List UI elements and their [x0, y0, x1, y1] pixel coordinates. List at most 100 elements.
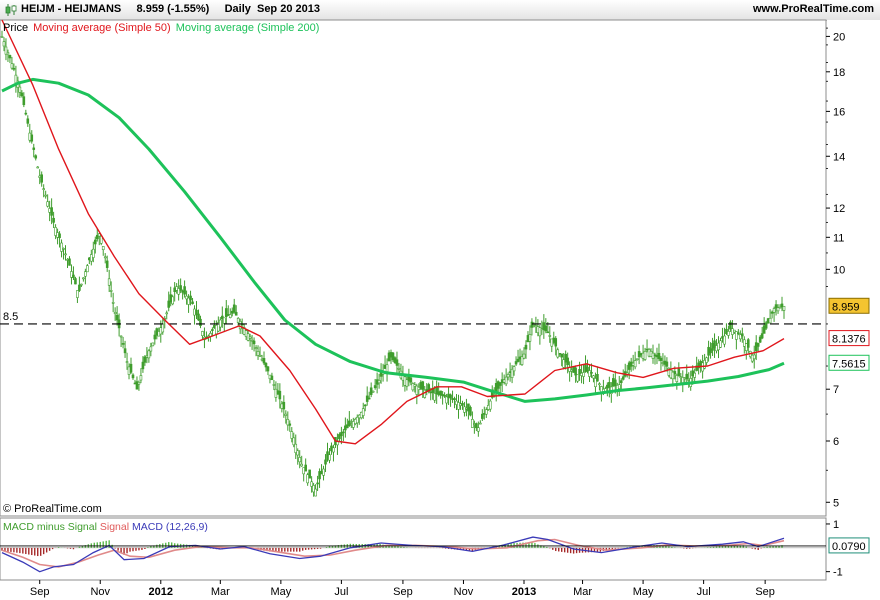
- candle-body: [151, 342, 155, 347]
- candle-body: [314, 488, 317, 497]
- candle-body: [729, 321, 732, 330]
- candle-body: [524, 344, 528, 350]
- candle-body: [727, 331, 730, 336]
- candle-body: [107, 278, 111, 286]
- candle-body: [143, 356, 147, 363]
- candle-body: [82, 277, 85, 280]
- candle-body: [141, 361, 145, 370]
- candle-body: [528, 334, 532, 342]
- candle-body: [248, 336, 252, 339]
- candle-body: [554, 338, 558, 347]
- candle-body: [300, 463, 304, 467]
- last-value-text: 7.5615: [832, 358, 866, 370]
- macd-last-value-label: 0.0790: [828, 537, 870, 554]
- candle-body: [30, 134, 34, 142]
- candle-body: [36, 166, 40, 169]
- candle-body: [457, 402, 460, 410]
- time-tick-label: Mar: [211, 586, 230, 598]
- candle-body: [373, 385, 377, 389]
- candle-body: [0, 36, 4, 38]
- candle-body: [256, 351, 260, 356]
- candle-body: [488, 400, 492, 410]
- candle-body: [504, 376, 508, 385]
- candle-body: [582, 372, 585, 377]
- candle-body: [183, 286, 186, 295]
- candle-body: [84, 271, 87, 277]
- candle-body: [211, 329, 214, 331]
- last-value-text: 8.1376: [832, 334, 866, 346]
- legend-macd-line: MACD (12,26,9): [132, 521, 208, 533]
- candle-body: [74, 278, 77, 285]
- candle-body: [115, 314, 119, 321]
- candle-body: [342, 431, 345, 434]
- candle-body: [635, 358, 639, 361]
- candle-body: [219, 319, 222, 328]
- price-legend: Price Moving average (Simple 50) Moving …: [3, 22, 321, 34]
- price-tick-label: 11: [833, 232, 844, 244]
- price-tick-label: 18: [833, 67, 845, 79]
- candle-body: [544, 325, 548, 332]
- candle-body: [546, 331, 550, 334]
- candle-body: [782, 305, 786, 311]
- candle-body: [86, 265, 89, 273]
- time-tick-label: 2012: [149, 586, 173, 598]
- candle-body: [18, 86, 22, 93]
- candle-body: [68, 258, 71, 266]
- candle-body: [617, 384, 621, 390]
- candle-body: [423, 389, 427, 398]
- candle-body: [121, 343, 125, 345]
- macd-legend: MACD minus Signal Signal MACD (12,26,9): [3, 521, 208, 533]
- candle-body: [576, 374, 579, 382]
- candle-body: [296, 450, 300, 456]
- candle-body: [363, 404, 367, 407]
- candle-body: [191, 301, 194, 304]
- candle-body: [621, 376, 625, 380]
- candle-body: [78, 284, 81, 291]
- candle-body: [80, 283, 83, 286]
- macd-last-value-text: 0.0790: [832, 541, 866, 553]
- candle-body: [336, 441, 339, 446]
- candle-body: [20, 92, 24, 97]
- candle-body: [677, 368, 681, 377]
- candle-body: [232, 304, 236, 313]
- candle-body: [298, 457, 302, 463]
- candle-body: [171, 296, 174, 305]
- copyright-text: © ProRealTime.com: [3, 503, 102, 515]
- candle-body: [262, 358, 266, 364]
- legend-macd-hist: MACD minus Signal: [3, 521, 97, 533]
- candle-body: [129, 363, 133, 373]
- candle-body: [741, 333, 744, 337]
- candle-body: [42, 188, 45, 190]
- time-tick-label: Nov: [454, 586, 474, 598]
- candle-body: [590, 372, 593, 374]
- candle-body: [290, 431, 294, 439]
- candle-body: [596, 374, 599, 382]
- candle-body: [433, 393, 436, 401]
- legend-ma200: Moving average (Simple 200): [175, 22, 320, 34]
- candle-body: [613, 379, 617, 387]
- candle-body: [512, 366, 516, 372]
- candle-body: [475, 423, 478, 429]
- candle-body: [282, 401, 286, 410]
- macd-tick-label: -1: [833, 567, 843, 579]
- candle-body: [598, 383, 601, 386]
- candle-body: [201, 331, 204, 337]
- price-panel-frame: [0, 19, 827, 517]
- candle-body: [234, 311, 238, 316]
- price-tick-label: 12: [833, 203, 845, 215]
- candle-body: [463, 406, 466, 413]
- last-value-label-ma200: 7.5615: [828, 354, 870, 371]
- candle-body: [12, 68, 16, 70]
- time-tick-label: Nov: [90, 586, 110, 598]
- candle-body: [445, 396, 448, 404]
- candle-body: [91, 248, 95, 258]
- candle-body: [34, 155, 38, 159]
- candle-body: [566, 357, 569, 366]
- candle-body: [52, 217, 55, 223]
- candle-body: [377, 380, 381, 384]
- candle-body: [2, 41, 6, 47]
- price-tick-label: 20: [833, 31, 845, 43]
- candle-body: [304, 464, 307, 472]
- candle-body: [619, 380, 623, 384]
- candle-body: [316, 482, 319, 485]
